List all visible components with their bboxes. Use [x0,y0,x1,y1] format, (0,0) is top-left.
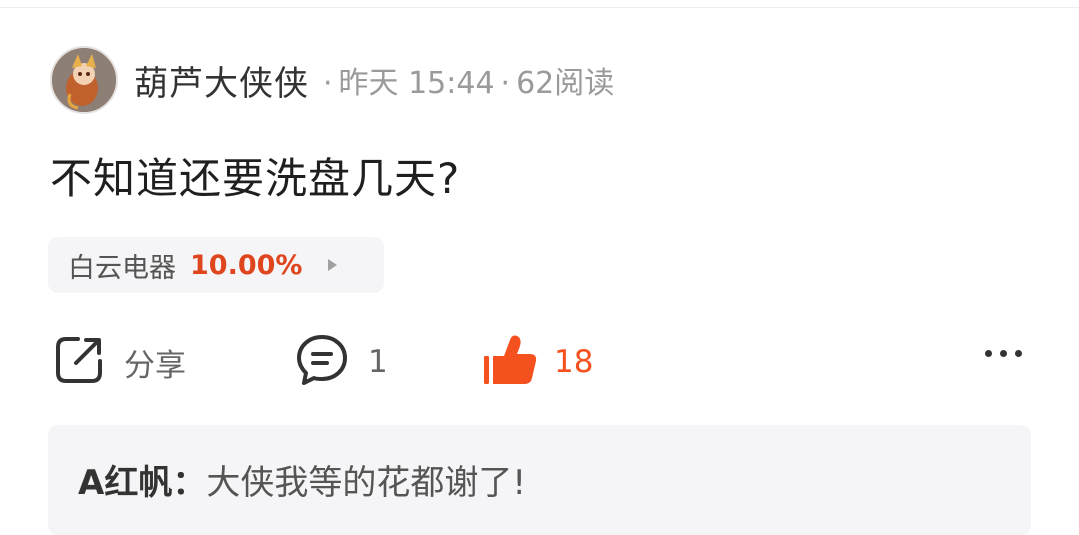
comment-author[interactable]: A红帆： [78,463,206,503]
action-bar: 分享 1 18 [52,332,1032,392]
stock-chip[interactable]: 白云电器 10.00% [48,237,384,293]
share-icon [52,333,106,391]
meta-separator: · [323,66,333,101]
top-divider [0,0,1079,8]
like-count: 18 [554,344,594,380]
avatar[interactable] [50,46,118,114]
author-name[interactable]: 葫芦大侠侠 [134,56,309,105]
stock-name: 白云电器 [68,252,176,284]
post-time: 昨天 15:44 [338,66,495,101]
comment-button[interactable]: 1 [294,332,388,392]
post-meta: · 昨天 15:44 · 62阅读 [317,58,614,102]
triangle-right-icon [328,259,338,271]
read-count: 62阅读 [516,66,615,101]
more-dots-icon[interactable] [985,350,1022,357]
thumbs-up-icon [482,332,538,392]
more-dot [985,350,992,357]
share-label: 分享 [124,347,186,384]
comment-count: 1 [368,344,388,380]
meta-separator: · [500,66,511,101]
stock-change: 10.00% [190,249,303,281]
more-dot [1015,350,1022,357]
comment-bubble-icon [294,332,350,392]
comment-text: 大侠我等的花都谢了! [206,463,526,503]
top-comment[interactable]: A红帆：大侠我等的花都谢了! [48,425,1031,535]
share-button[interactable]: 分享 [52,332,186,392]
like-button[interactable]: 18 [482,332,593,392]
post-title[interactable]: 不知道还要洗盘几天? [50,145,460,206]
post-header: 葫芦大侠侠 · 昨天 15:44 · 62阅读 [50,45,614,115]
more-dot [1000,350,1007,357]
